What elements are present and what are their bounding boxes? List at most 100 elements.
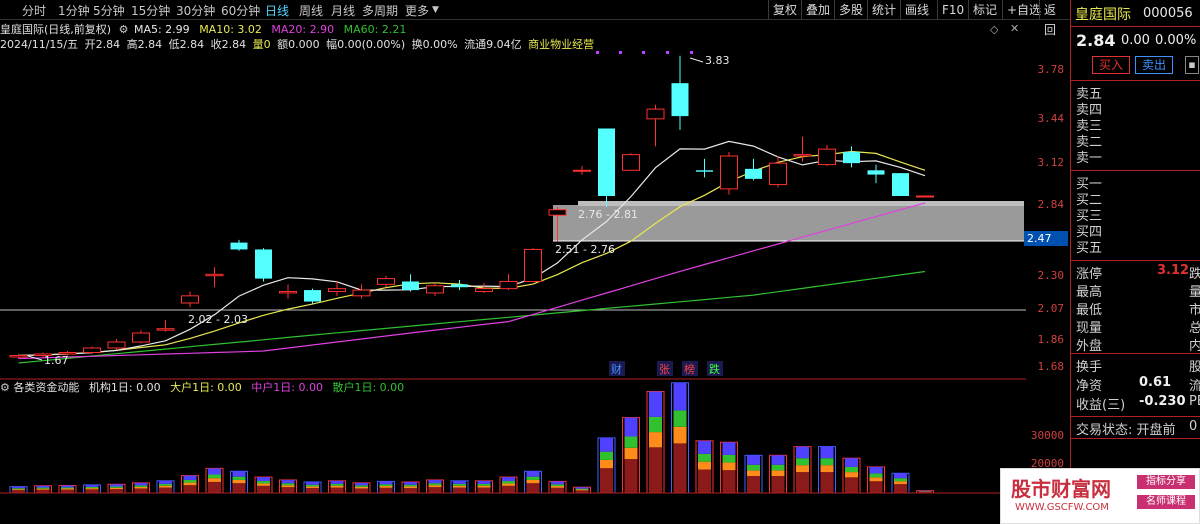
fund-bar-segment bbox=[257, 477, 270, 482]
fund-bar-segment bbox=[673, 410, 687, 427]
stat-label: 最低 bbox=[1076, 303, 1103, 318]
price-band-top bbox=[578, 201, 1024, 206]
fund-bar-segment bbox=[281, 479, 295, 484]
fund-bar-segment bbox=[673, 426, 687, 444]
fund-bar-segment bbox=[134, 486, 148, 489]
candle-body-down bbox=[892, 173, 909, 196]
fund-bar-segment bbox=[134, 488, 148, 493]
fund-bar-segment bbox=[61, 489, 74, 493]
fund-bar-segment bbox=[428, 479, 442, 484]
fund-bar-segment bbox=[183, 485, 197, 493]
y-tick-label: 1.86 bbox=[1037, 333, 1065, 346]
fund-bar-segment bbox=[869, 466, 883, 474]
fund-bar-segment bbox=[575, 489, 589, 491]
event-marker: 财 bbox=[611, 362, 622, 376]
fund-bar-segment bbox=[110, 484, 123, 487]
toolbar-button-8[interactable]: 返回 bbox=[1039, 0, 1070, 37]
candle-body-down bbox=[843, 151, 860, 164]
pct-change: 0.00% bbox=[1155, 33, 1197, 48]
fund-bar-segment bbox=[551, 487, 564, 493]
fund-bar-segment bbox=[110, 486, 123, 488]
fund-bar-segment bbox=[110, 489, 123, 493]
fund-bar-segment bbox=[453, 485, 466, 488]
y-tick-label: 3.12 bbox=[1037, 156, 1065, 169]
high-annotation-arrow bbox=[689, 57, 704, 63]
sell-button[interactable]: 卖出 bbox=[1135, 56, 1173, 74]
price-change: 0.00 bbox=[1121, 33, 1150, 48]
fund-bar-segment bbox=[85, 488, 99, 490]
stat-label: 换手 bbox=[1076, 360, 1103, 375]
fund-bar-segment bbox=[232, 479, 246, 484]
candle-body-up bbox=[916, 195, 934, 198]
fund-bar-segment bbox=[208, 468, 221, 475]
lower-title: 各类资金动能 bbox=[13, 381, 80, 394]
stat-label: 最高 bbox=[1076, 285, 1103, 300]
candle-body-up bbox=[279, 291, 297, 294]
fund-bar-segment bbox=[796, 458, 809, 466]
fund-bar-segment bbox=[85, 484, 99, 487]
fund-bar-segment bbox=[600, 451, 613, 460]
more-icon[interactable]: ▪ bbox=[1185, 56, 1199, 74]
buy-button[interactable]: 买入 bbox=[1092, 56, 1130, 74]
candle-body-up bbox=[475, 288, 493, 293]
fund-bar-segment bbox=[796, 465, 809, 473]
fund-bar-segment bbox=[600, 468, 613, 493]
candle-body-down bbox=[451, 284, 468, 288]
fund-bar-segment bbox=[649, 416, 662, 433]
fund-bar-segment bbox=[36, 488, 50, 490]
y-tick-label: 3.78 bbox=[1037, 63, 1065, 76]
candle-body-down bbox=[230, 242, 248, 250]
fund-bar-segment bbox=[183, 482, 197, 486]
y-tick-label: 2.07 bbox=[1037, 302, 1065, 315]
lower-y-tick-label: 30000 bbox=[1030, 429, 1064, 442]
fund-bar-segment bbox=[355, 486, 368, 489]
candle-body-down bbox=[255, 249, 272, 279]
fund-bar-segment bbox=[747, 470, 760, 477]
candle-body-up bbox=[499, 280, 518, 290]
fund-bar-segment bbox=[869, 477, 883, 482]
ad-url: WWW.GSCFW.COM bbox=[1015, 502, 1109, 513]
gear-icon[interactable]: ⚙ bbox=[0, 381, 10, 394]
fund-bar-segment bbox=[183, 479, 197, 483]
fund-bar-segment bbox=[12, 486, 25, 489]
candle-body-up bbox=[573, 169, 591, 172]
fund-bar-segment bbox=[722, 442, 736, 455]
candle-body-down bbox=[745, 168, 762, 179]
fund-bar-segment bbox=[526, 483, 540, 493]
fund-bar-segment bbox=[820, 446, 834, 459]
fund-bar-segment bbox=[845, 472, 858, 478]
candle-body-down bbox=[671, 83, 689, 117]
fund-bar-segment bbox=[355, 485, 368, 487]
candle-body-up bbox=[622, 154, 640, 171]
stat-extra: 内 bbox=[1189, 339, 1200, 354]
fund-bar-segment bbox=[722, 462, 736, 471]
fund-bar-segment bbox=[894, 484, 907, 493]
event-marker: 榜 bbox=[684, 362, 695, 376]
candle-body-up bbox=[646, 108, 665, 120]
inst-label: 机构1日: 0.00 bbox=[88, 381, 161, 394]
fund-bar-segment bbox=[575, 487, 589, 489]
fund-bar-segment bbox=[330, 485, 344, 488]
stat-extra: 跌 bbox=[1189, 267, 1200, 282]
stat-value: 3.12 bbox=[1157, 263, 1190, 278]
fund-bar-segment bbox=[575, 488, 589, 490]
stat-label: 净资 bbox=[1076, 379, 1103, 394]
fund-bar-segment bbox=[526, 476, 540, 480]
candlestick-chart[interactable]: 3.83 1.67 2.02 - 2.03 2.51 - 2.76 2.76 - 2.8… bbox=[0, 0, 1026, 524]
fund-bar-segment bbox=[12, 488, 25, 490]
signal-dot bbox=[690, 51, 693, 54]
fund-bar-segment bbox=[649, 432, 662, 448]
stock-name: 皇庭国际 bbox=[1075, 7, 1131, 23]
fund-bar-segment bbox=[894, 473, 907, 479]
fund-bar-segment bbox=[673, 382, 687, 411]
signal-dot bbox=[666, 51, 669, 54]
fund-bar-segment bbox=[404, 481, 417, 485]
fund-bar-segment bbox=[747, 464, 760, 471]
fund-bar-segment bbox=[428, 485, 442, 488]
fund-bar-segment bbox=[110, 487, 123, 490]
quote-panel: 皇庭国际 000056 2.84 0.00 0.00% 买入 卖出 ▪ 卖五 卖四… bbox=[1070, 0, 1200, 524]
fund-bar-segment bbox=[747, 455, 760, 465]
fund-bar-segment bbox=[61, 487, 74, 489]
candle-body-down bbox=[696, 170, 713, 172]
fund-bar-segment bbox=[747, 476, 760, 493]
